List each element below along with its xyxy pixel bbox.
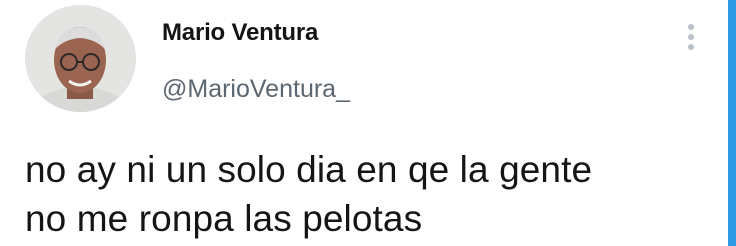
- more-icon-dot: [688, 24, 694, 30]
- tweet-text-line: no me ronpa las pelotas: [25, 198, 423, 239]
- more-icon-dot: [688, 44, 694, 50]
- tweet-text: no ay ni un solo dia en qe la gente no m…: [25, 145, 715, 243]
- edge-strip: [728, 0, 736, 246]
- avatar[interactable]: [25, 5, 136, 112]
- user-handle[interactable]: @MarioVentura_: [162, 75, 350, 104]
- more-icon-dot: [688, 34, 694, 40]
- tweet-card: Mario Ventura @MarioVentura_ no ay ni un…: [0, 0, 736, 246]
- display-name[interactable]: Mario Ventura: [162, 19, 318, 47]
- tweet-text-line: no ay ni un solo dia en qe la gente: [25, 149, 593, 190]
- more-vertical-icon[interactable]: [684, 20, 698, 54]
- avatar-photo: [25, 5, 136, 112]
